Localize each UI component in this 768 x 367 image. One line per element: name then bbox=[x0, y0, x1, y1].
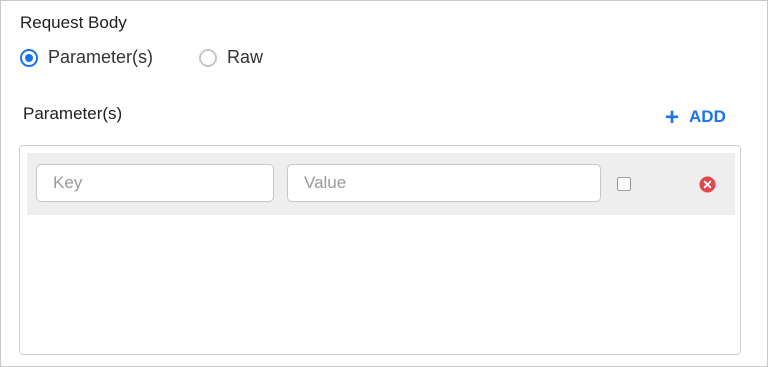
request-body-panel: Request Body Parameter(s) Raw Parameter(… bbox=[0, 0, 768, 367]
parameter-value-input[interactable] bbox=[287, 164, 601, 202]
add-button-label: ADD bbox=[689, 107, 726, 126]
add-parameter-button[interactable]: + ADD bbox=[665, 103, 726, 131]
radio-unselected-icon[interactable] bbox=[199, 48, 218, 67]
parameter-enable-checkbox[interactable] bbox=[617, 177, 631, 191]
parameter-row bbox=[27, 153, 735, 215]
body-type-radio-group: Parameter(s) Raw bbox=[20, 47, 309, 68]
radio-option-raw[interactable]: Raw bbox=[199, 47, 263, 68]
plus-icon: + bbox=[665, 103, 680, 131]
radio-option-parameters[interactable]: Parameter(s) bbox=[20, 47, 153, 68]
radio-label-parameters: Parameter(s) bbox=[48, 47, 154, 67]
parameter-key-input[interactable] bbox=[36, 164, 274, 202]
request-body-title: Request Body bbox=[20, 13, 127, 32]
radio-label-raw: Raw bbox=[227, 47, 264, 67]
remove-circle-icon[interactable] bbox=[699, 176, 716, 193]
parameters-title: Parameter(s) bbox=[23, 104, 123, 123]
radio-selected-icon[interactable] bbox=[20, 48, 38, 67]
parameters-list bbox=[19, 145, 741, 355]
